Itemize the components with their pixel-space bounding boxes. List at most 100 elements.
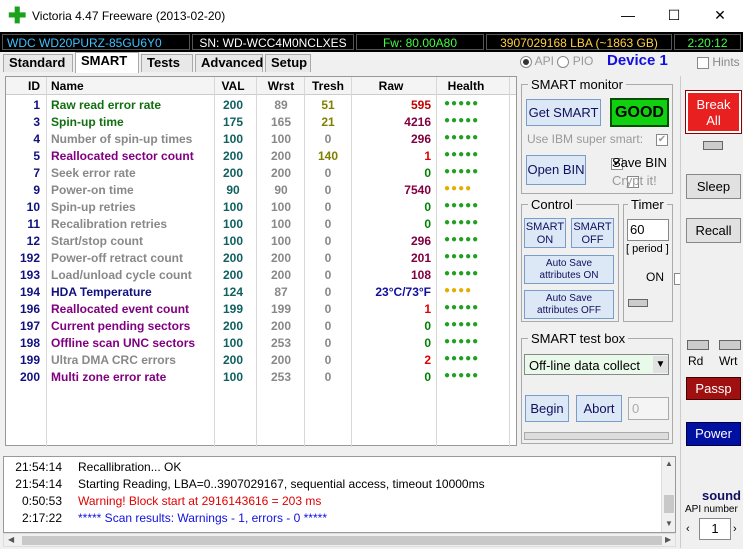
mode-selector: API PIO [520,54,593,68]
test-type-select[interactable]: Off-line data collect ▼ [524,354,669,375]
passp-button[interactable]: Passp [686,377,741,400]
wrt-label: Wrt [719,354,738,368]
smart-health: ●●●●● [444,217,480,228]
drive-firmware: Fw: 80.00A80 [356,34,484,50]
smart-health: ●●●●● [444,251,480,262]
smart-val: 200 [222,319,244,333]
tab-tests[interactable]: Tests [141,54,193,72]
log-scrollbar[interactable]: ▲ ▼ [661,457,675,532]
smart-id: 197 [19,319,40,333]
hints-toggle[interactable]: Hints [697,55,740,69]
smart-off-button[interactable]: SMART OFF [571,218,614,248]
log-entry: 21:54:14 Recallibration... OK [8,460,658,477]
api-number-dec-icon[interactable]: ‹ [686,518,698,540]
open-bin-button[interactable]: Open BIN [526,155,586,185]
break-all-button[interactable]: Break All [685,90,742,134]
table-row[interactable]: 1 Raw read error rate 200 89 51 595 ●●●●● [6,97,516,114]
scroll-left-icon[interactable]: ◀ [8,535,14,544]
hints-checkbox[interactable] [697,56,709,69]
hscroll-thumb[interactable] [22,536,662,545]
table-row[interactable]: 11 Recalibration retries 100 100 0 0 ●●●●● [6,216,516,233]
smart-tresh: 21 [321,115,335,129]
autosave-on-button[interactable]: Auto Save attributes ON [524,255,614,284]
table-row[interactable]: 4 Number of spin-up times 100 100 0 296 ●●●●● [6,131,516,148]
smart-wrst: 200 [270,251,292,265]
scroll-right-icon[interactable]: ▶ [665,535,671,544]
log-hscrollbar[interactable]: ◀ ▶ [3,533,676,547]
table-row[interactable]: 198 Offline scan UNC sectors 100 253 0 0 ●●●●● [6,335,516,352]
close-button[interactable]: ✕ [697,0,743,30]
maximize-button[interactable]: ☐ [651,0,697,30]
smart-tresh: 0 [324,217,332,231]
timer-indicator [628,299,648,307]
drive-info-bar: WDC WD20PURZ-85GU6Y0 SN: WD-WCC4M0NCLXES… [0,32,743,52]
smart-raw: 4216 [404,115,431,129]
tab-setup[interactable]: Setup [265,54,311,72]
table-row[interactable]: 192 Power-off retract count 200 200 0 201 ●●●●… [6,250,516,267]
scroll-down-icon[interactable]: ▼ [663,519,675,529]
timer-input[interactable]: 60 [627,219,669,241]
rd-indicator [687,340,709,350]
control-title: Control [528,197,576,212]
recall-button[interactable]: Recall [686,218,741,243]
break-indicator [703,141,723,150]
smart-health: ●●●●● [444,370,480,381]
table-row[interactable]: 199 Ultra DMA CRC errors 200 200 0 2 ●●●●● [6,352,516,369]
tab-advanced[interactable]: Advanced [195,54,263,72]
smart-name: Power-off retract count [51,251,184,265]
api-number-inc-icon[interactable]: › [733,518,743,540]
tab-smart[interactable]: SMART [75,52,139,73]
sound-label: sound [702,488,741,503]
smart-name: Current pending sectors [51,319,191,333]
log-panel: 21:54:14 Recallibration... OK 21:54:14 Star… [3,456,676,533]
table-row[interactable]: 194 HDA Temperature 124 87 0 23°C/73°F ●●●● [6,284,516,301]
device-label[interactable]: Device 1 [607,52,668,69]
api-number-label: API number [685,504,738,515]
smart-raw: 0 [424,336,431,350]
table-row[interactable]: 197 Current pending sectors 200 200 0 0 ●●●●● [6,318,516,335]
scroll-up-icon[interactable]: ▲ [663,459,675,469]
table-row[interactable]: 196 Reallocated event count 199 199 0 1 ●●●●● [6,301,516,318]
smart-id: 5 [33,149,40,163]
smart-tresh: 0 [324,336,332,350]
tab-standard[interactable]: Standard [3,54,73,72]
drive-model: WDC WD20PURZ-85GU6Y0 [2,34,190,50]
api-number-input[interactable]: 1 [699,518,731,540]
smart-id: 194 [19,285,40,299]
test-type-value: Off-line data collect [529,358,641,373]
table-row[interactable]: 10 Spin-up retries 100 100 0 0 ●●●●● [6,199,516,216]
ibm-super-smart-checkbox[interactable]: ✔ [656,133,668,146]
table-row[interactable]: 7 Seek error rate 200 200 0 0 ●●●●● [6,165,516,182]
smart-health: ●●●●● [444,149,480,160]
smart-tresh: 0 [324,353,332,367]
log-message: ***** Scan results: Warnings - 1, errors… [78,511,327,525]
abort-button[interactable]: Abort [576,395,622,422]
smart-on-button[interactable]: SMART ON [524,218,566,248]
autosave-off-button[interactable]: Auto Save attributes OFF [524,290,614,319]
get-smart-button[interactable]: Get SMART [526,99,601,126]
power-button[interactable]: Power [686,422,741,446]
table-row[interactable]: 3 Spin-up time 175 165 21 4216 ●●●●● [6,114,516,131]
minimize-button[interactable]: — [605,0,651,30]
smart-raw: 7540 [404,183,431,197]
scroll-thumb[interactable] [664,495,674,513]
table-row[interactable]: 12 Start/stop count 100 100 0 296 ●●●●● [6,233,516,250]
chevron-down-icon[interactable]: ▼ [653,356,668,373]
begin-button[interactable]: Begin [525,395,569,422]
timer-on-label: ON [646,270,664,284]
table-row[interactable]: 193 Load/unload cycle count 200 200 0 108 ●●●●… [6,267,516,284]
table-row[interactable]: 200 Multi zone error rate 100 253 0 0 ●●●●● [6,369,516,386]
api-label: API [534,54,555,68]
table-row[interactable]: 5 Reallocated sector count 200 200 140 1 ●●●●● [6,148,516,165]
table-row[interactable]: 9 Power-on time 90 90 0 7540 ●●●● [6,182,516,199]
smart-id: 10 [26,200,40,214]
smart-raw: 296 [410,234,431,248]
sleep-button[interactable]: Sleep [686,174,741,199]
smart-id: 196 [19,302,40,316]
smart-tresh: 0 [324,166,332,180]
pio-radio[interactable] [557,55,570,68]
smart-raw: 0 [424,200,431,214]
smart-wrst: 199 [270,302,292,316]
wrt-indicator [719,340,741,350]
api-radio[interactable] [520,55,532,68]
